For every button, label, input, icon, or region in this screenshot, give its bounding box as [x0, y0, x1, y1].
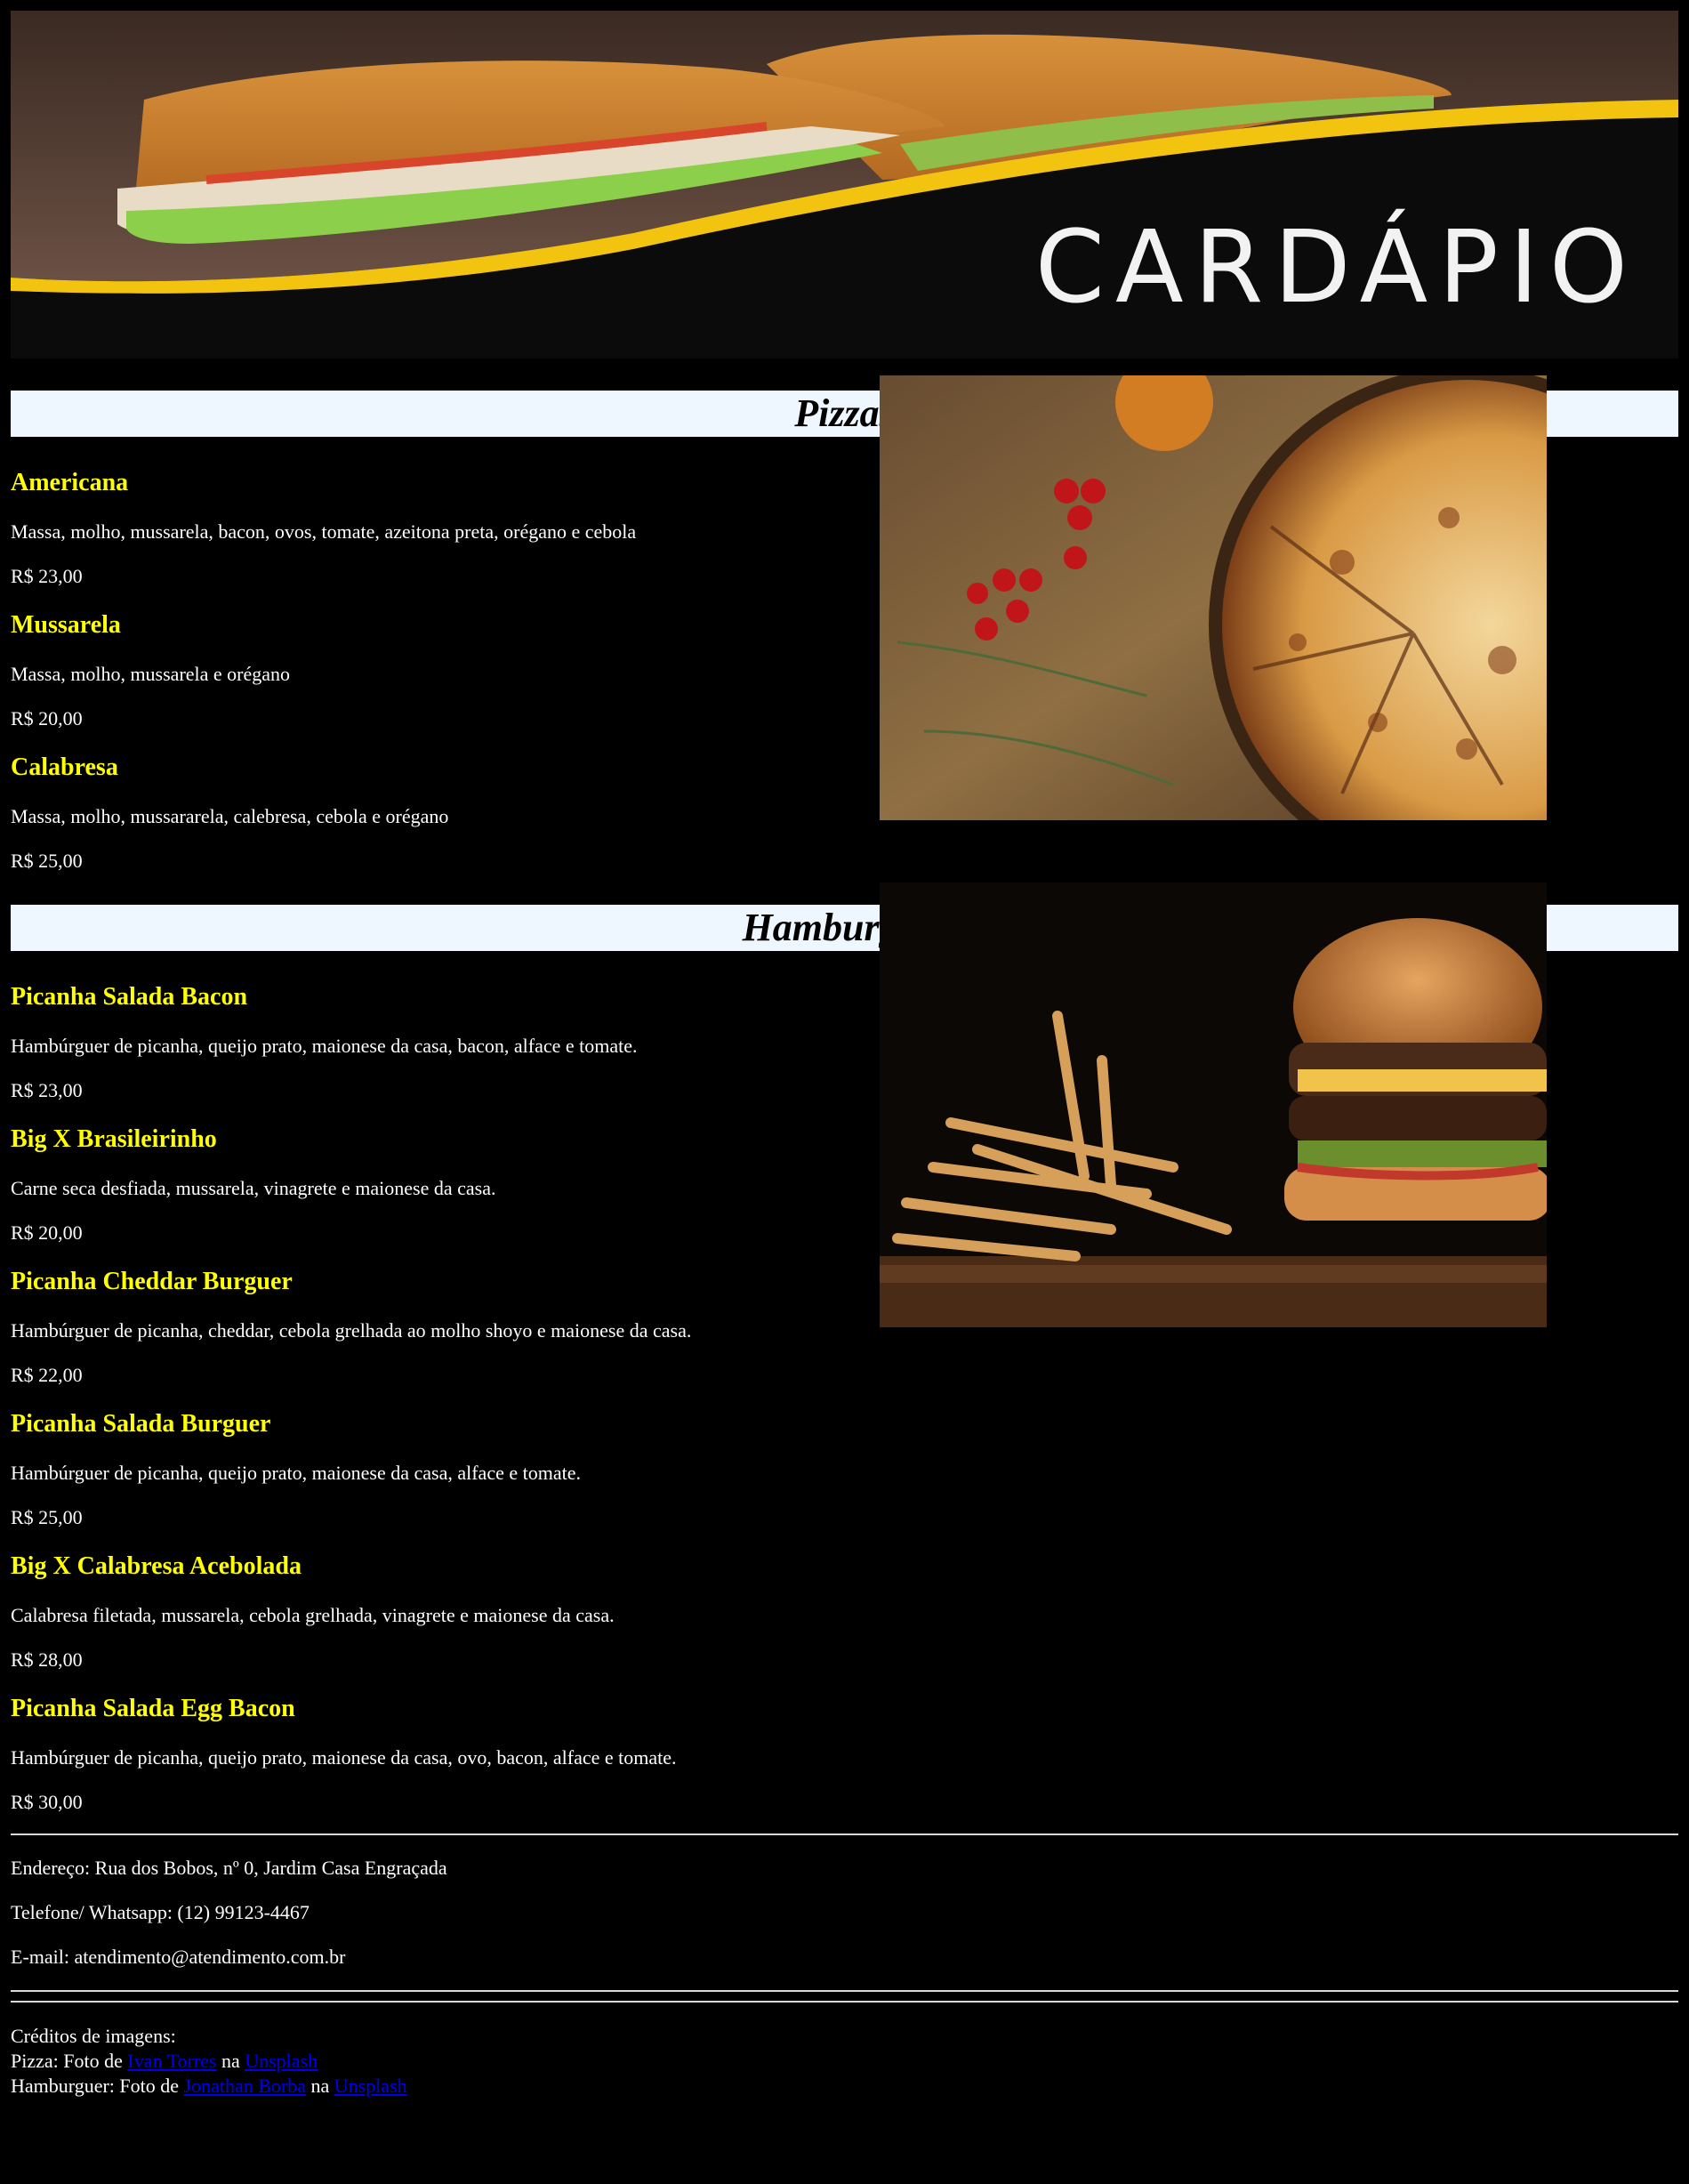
item-description: Hambúrguer de picanha, queijo prato, mai…: [11, 1746, 677, 1769]
item-price: R$ 28,00: [11, 1648, 83, 1671]
item-price: R$ 30,00: [11, 1791, 83, 1813]
credit-pizza-mid: na: [221, 2050, 240, 2072]
menu-item: Picanha Salada Egg Bacon Hambúrguer de p…: [11, 1695, 1678, 1814]
credit-pizza-prefix: Pizza: Foto de: [11, 2050, 123, 2072]
image-credits: Créditos de imagens: Pizza: Foto de Ivan…: [11, 2024, 1678, 2099]
item-name: Big X Calabresa Acebolada: [11, 1552, 302, 1580]
email: E-mail: atendimento@atendimento.com.br: [11, 1946, 346, 1968]
credit-pizza: Pizza: Foto de Ivan Torres na Unsplash: [11, 2049, 1678, 2074]
credit-pizza-site-link[interactable]: Unsplash: [245, 2050, 318, 2072]
item-description: Calabresa filetada, mussarela, cebola gr…: [11, 1604, 615, 1626]
item-description: Hambúrguer de picanha, queijo prato, mai…: [11, 1462, 581, 1484]
credit-burger-author-link[interactable]: Jonathan Borba: [184, 2075, 306, 2097]
menu-item: Picanha Salada Burguer Hambúrguer de pic…: [11, 1410, 1678, 1529]
banner: CARDÁPIO: [11, 11, 1678, 359]
item-name: Picanha Salada Burguer: [11, 1410, 271, 1438]
item-name: Picanha Salada Egg Bacon: [11, 1695, 295, 1722]
credit-pizza-author-link[interactable]: Ivan Torres: [127, 2050, 216, 2072]
credit-burger: Hamburguer: Foto de Jonathan Borba na Un…: [11, 2074, 1678, 2099]
credit-burger-site-link[interactable]: Unsplash: [334, 2075, 407, 2097]
contact-info: Endereço: Rua dos Bobos, nº 0, Jardim Ca…: [11, 1857, 1678, 1969]
credit-burger-mid: na: [310, 2075, 330, 2097]
banner-title: CARDÁPIO: [1034, 210, 1638, 326]
address: Endereço: Rua dos Bobos, nº 0, Jardim Ca…: [11, 1857, 447, 1879]
item-price: R$ 22,00: [11, 1364, 83, 1386]
hamburger-photo: [880, 882, 1547, 1327]
phone: Telefone/ Whatsapp: (12) 99123-4467: [11, 1901, 310, 1923]
pizza-photo: [880, 375, 1547, 820]
credit-burger-prefix: Hamburguer: Foto de: [11, 2075, 180, 2097]
menu-item: Big X Calabresa Acebolada Calabresa file…: [11, 1552, 1678, 1672]
item-price: R$ 25,00: [11, 850, 83, 872]
credits-heading: Créditos de imagens:: [11, 2025, 176, 2047]
item-price: R$ 25,00: [11, 1506, 83, 1528]
